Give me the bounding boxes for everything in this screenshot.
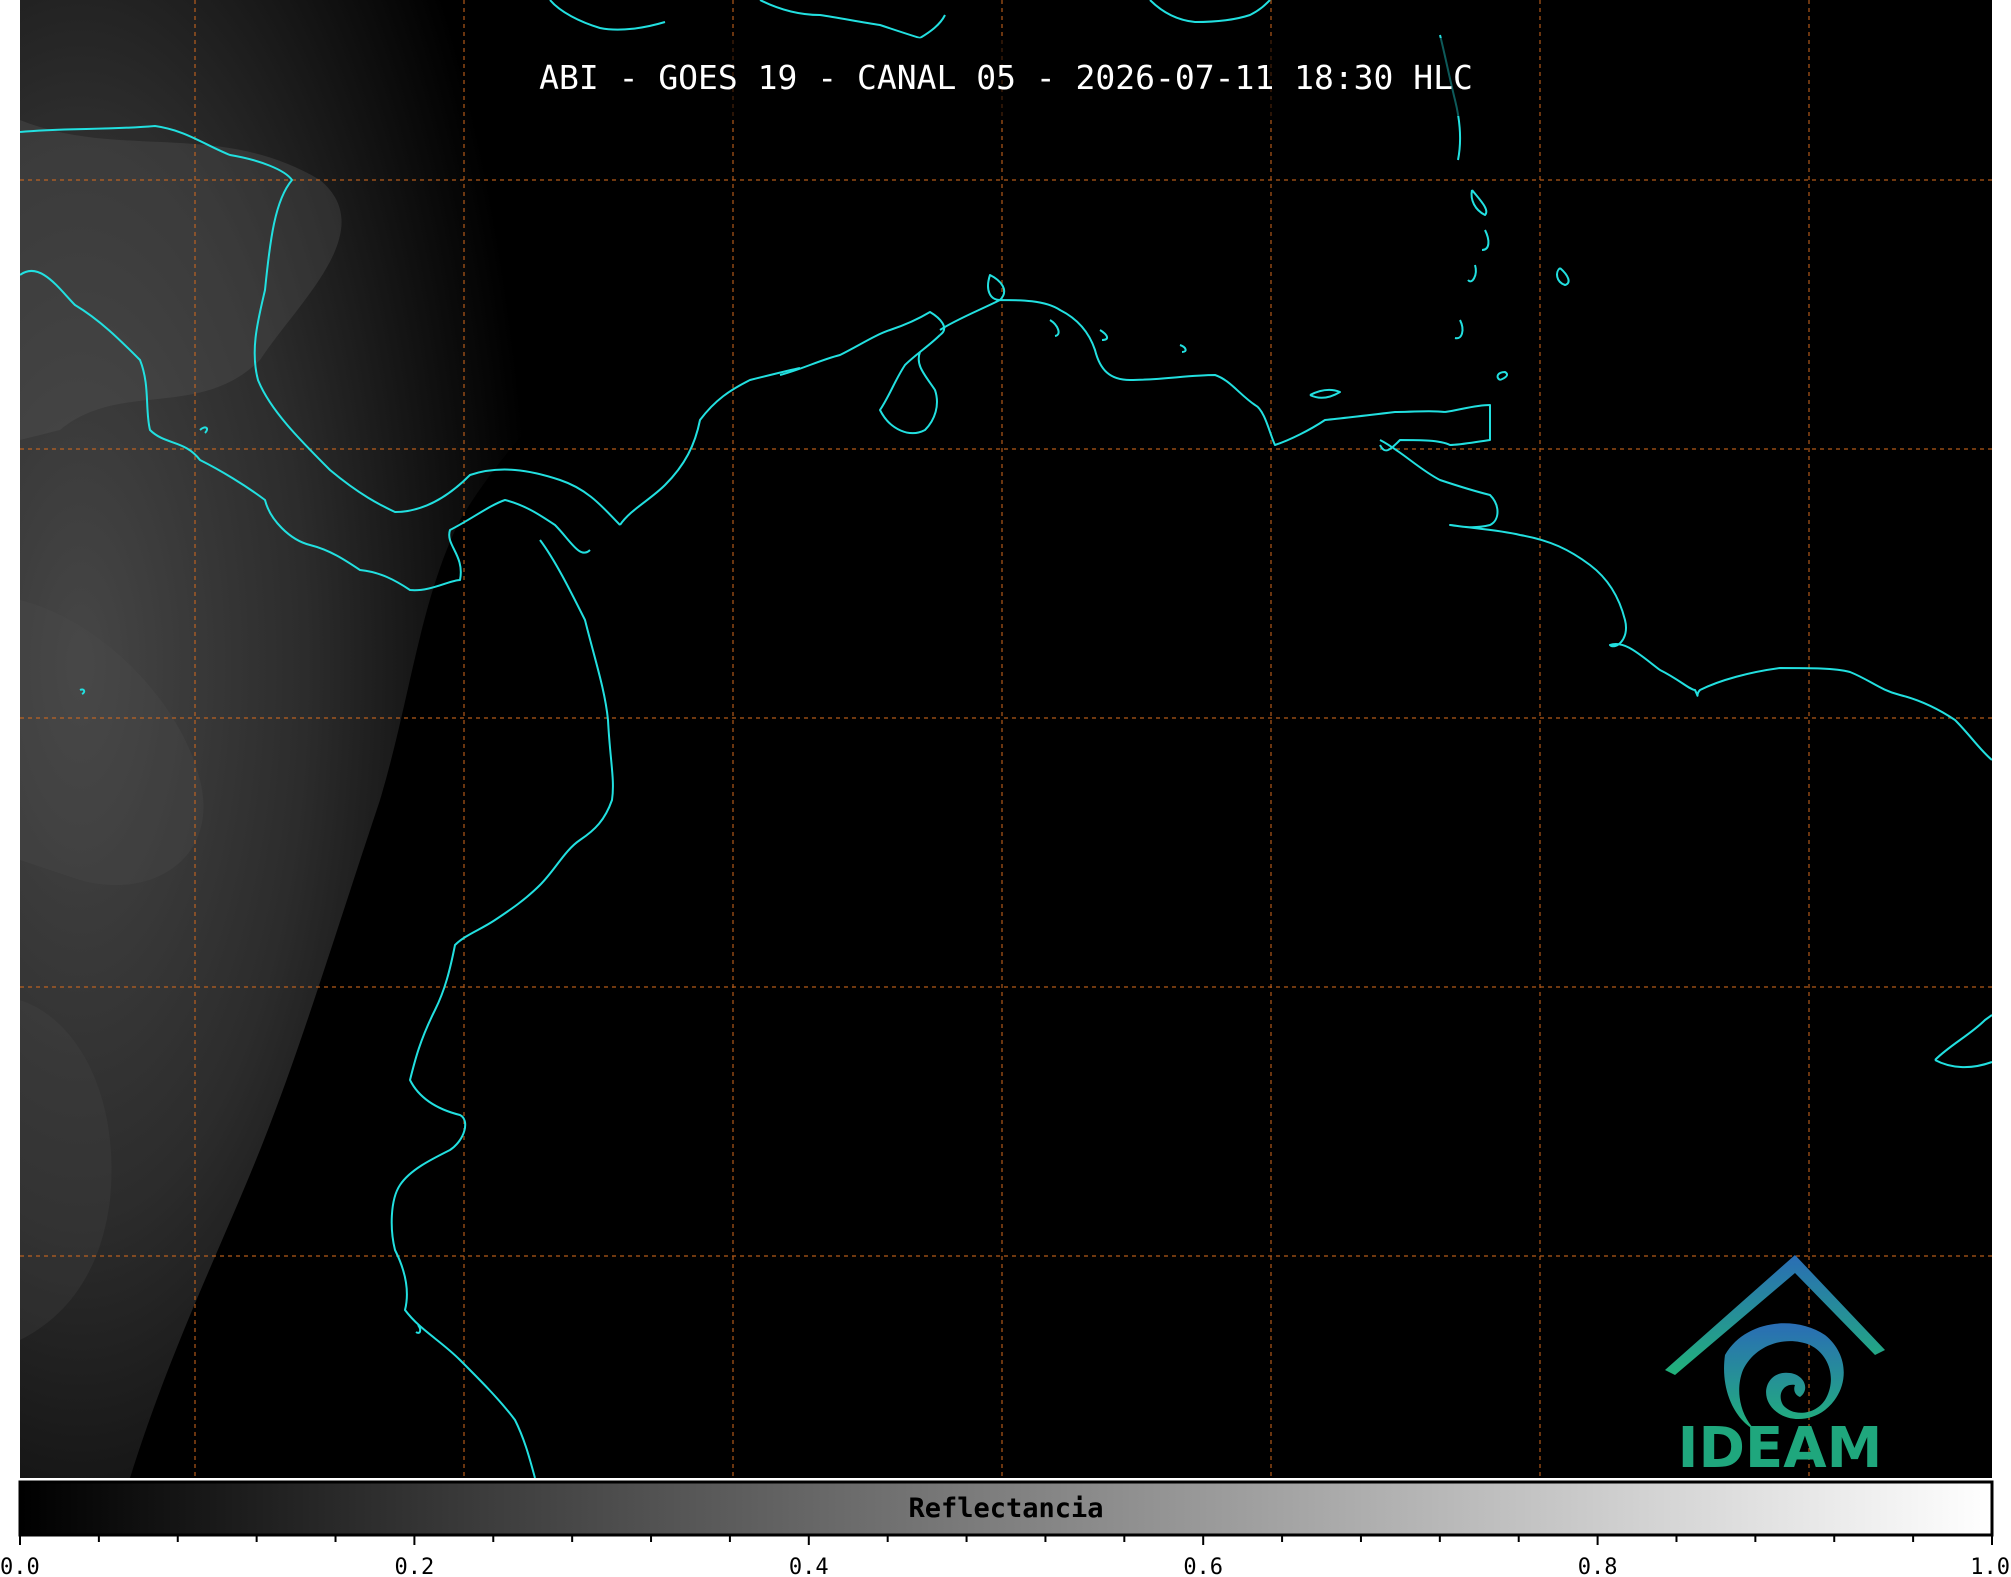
map-panel [20, 0, 1992, 1478]
satellite-map: ABI - GOES 19 - CANAL 05 - 2026-07-11 18… [0, 0, 2010, 1577]
colorbar-tick-label: 0.8 [1578, 1555, 1618, 1577]
colorbar-label: Reflectancia [908, 1493, 1103, 1524]
colorbar-tick-label: 0.4 [789, 1555, 829, 1577]
map-title: ABI - GOES 19 - CANAL 05 - 2026-07-11 18… [539, 58, 1473, 97]
colorbar-ticks: 0.0 0.2 0.4 0.6 0.8 1.0 [0, 1535, 2010, 1577]
colorbar-tick-label: 1.0 [1970, 1555, 2010, 1577]
colorbar-tick-label: 0.2 [395, 1555, 435, 1577]
colorbar-tick-label: 0.6 [1183, 1555, 1223, 1577]
colorbar-tick-label: 0.0 [0, 1555, 40, 1577]
colorbar: Reflectancia 0.0 0.2 0.4 0.6 0.8 1.0 [0, 1480, 2010, 1577]
title-box: ABI - GOES 19 - CANAL 05 - 2026-07-11 18… [534, 38, 1494, 116]
ideam-logo-text: IDEAM [1678, 1416, 1883, 1481]
